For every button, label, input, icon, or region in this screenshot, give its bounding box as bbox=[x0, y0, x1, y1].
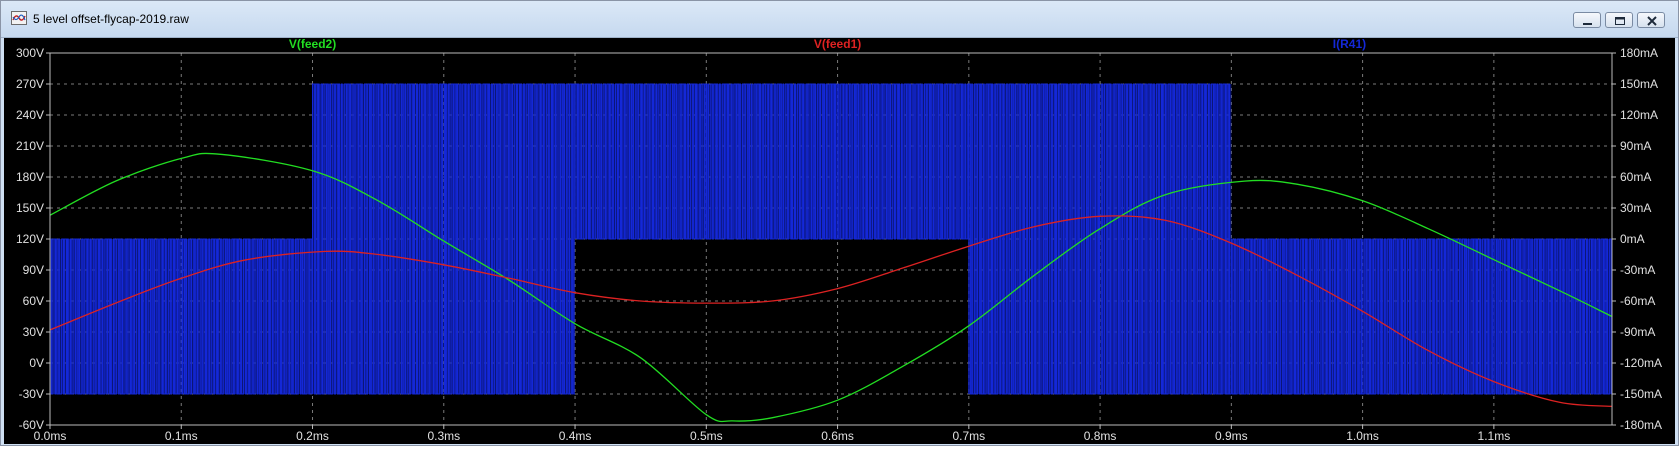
y-left-tick-label: 300V bbox=[16, 46, 44, 60]
y-left-tick-label: 60V bbox=[23, 294, 44, 308]
waveform-window: 5 level offset-flycap-2019.raw 300V 270V 2… bbox=[0, 0, 1679, 446]
y-left-tick-label: 0V bbox=[29, 356, 44, 370]
x-tick-label: 0.3ms bbox=[427, 429, 460, 443]
y-left-tick-label: -30V bbox=[19, 387, 44, 401]
x-tick-label: 1.0ms bbox=[1346, 429, 1379, 443]
close-button[interactable] bbox=[1637, 12, 1665, 28]
x-tick-label: 0.9ms bbox=[1215, 429, 1248, 443]
minimize-button[interactable] bbox=[1573, 12, 1601, 28]
y-left-tick-label: 270V bbox=[16, 77, 44, 91]
y-right-tick-label: -30mA bbox=[1620, 263, 1655, 277]
legend-v-feed2[interactable]: V(feed2) bbox=[289, 37, 336, 51]
series-i-r41 bbox=[49, 83, 1612, 395]
x-tick-label: 0.7ms bbox=[952, 429, 985, 443]
y-right-tick-label: 0mA bbox=[1620, 232, 1645, 246]
y-left-tick-label: 150V bbox=[16, 201, 44, 215]
x-tick-label: 0.0ms bbox=[34, 429, 67, 443]
y-right-tick-label: -90mA bbox=[1620, 325, 1655, 339]
y-right-tick-label: 30mA bbox=[1620, 201, 1651, 215]
legend-i-r41[interactable]: I(R41) bbox=[1333, 37, 1366, 51]
waveform-plot[interactable]: 300V 270V 240V 210V 180V 150V 120V 90V 60V 30V 0V -… bbox=[4, 37, 1675, 444]
y-left-tick-label: 90V bbox=[23, 263, 44, 277]
y-right-tick-label: 60mA bbox=[1620, 170, 1651, 184]
y-left-tick-label: 120V bbox=[16, 232, 44, 246]
y-right-tick-label: 150mA bbox=[1620, 77, 1658, 91]
x-tick-label: 0.8ms bbox=[1084, 429, 1117, 443]
window-title: 5 level offset-flycap-2019.raw bbox=[33, 12, 189, 26]
y-right-tick-label: -120mA bbox=[1620, 356, 1662, 370]
x-tick-label: 0.4ms bbox=[559, 429, 592, 443]
y-left-tick-label: 30V bbox=[23, 325, 44, 339]
y-left-tick-label: 180V bbox=[16, 170, 44, 184]
i-r41-band bbox=[312, 84, 576, 394]
y-right-tick-label: -60mA bbox=[1620, 294, 1655, 308]
title-bar[interactable]: 5 level offset-flycap-2019.raw bbox=[1, 1, 1678, 38]
x-tick-label: 0.6ms bbox=[821, 429, 854, 443]
restore-icon bbox=[1615, 17, 1625, 25]
waveform-viewer-icon bbox=[11, 11, 27, 25]
minimize-icon bbox=[1583, 23, 1592, 25]
x-tick-label: 1.1ms bbox=[1478, 429, 1511, 443]
legend-v-feed1[interactable]: V(feed1) bbox=[814, 37, 861, 51]
restore-button[interactable] bbox=[1605, 12, 1633, 28]
x-tick-label: 0.5ms bbox=[690, 429, 723, 443]
y-right-tick-label: -150mA bbox=[1620, 387, 1662, 401]
y-right-tick-label: 180mA bbox=[1620, 46, 1658, 60]
close-icon bbox=[1647, 16, 1657, 26]
y-left-tick-label: 240V bbox=[16, 108, 44, 122]
y-left-tick-label: 210V bbox=[16, 139, 44, 153]
x-tick-label: 0.1ms bbox=[165, 429, 198, 443]
y-right-tick-label: 120mA bbox=[1620, 108, 1658, 122]
y-right-tick-label: 90mA bbox=[1620, 139, 1651, 153]
plot-pane[interactable]: 300V 270V 240V 210V 180V 150V 120V 90V 60V 30V 0V -… bbox=[4, 37, 1675, 444]
y-right-tick-label: -180mA bbox=[1620, 418, 1662, 432]
x-tick-label: 0.2ms bbox=[296, 429, 329, 443]
